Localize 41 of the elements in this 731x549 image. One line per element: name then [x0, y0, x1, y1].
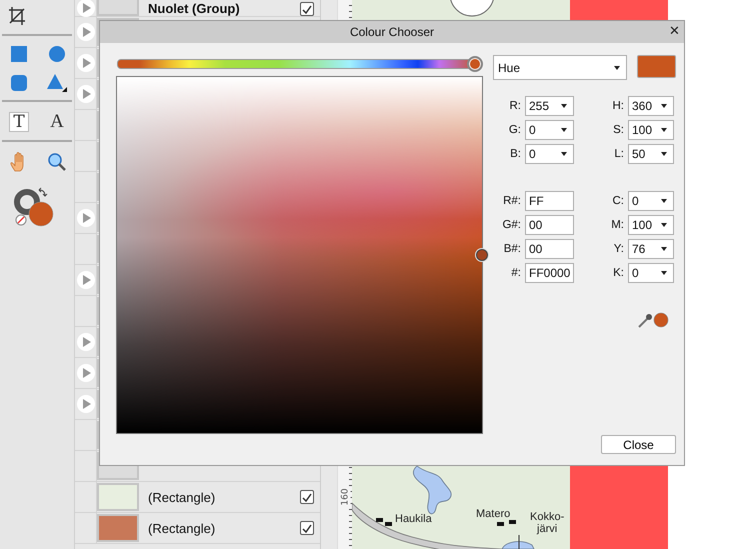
place-label: Matero [476, 508, 510, 520]
field-label: #: [510, 267, 521, 279]
spin-field[interactable]: 76 [628, 239, 674, 259]
field-label: H: [612, 100, 624, 112]
frame-text-tool[interactable]: T [9, 112, 29, 132]
spin-field[interactable]: 0 [628, 191, 674, 211]
field-label: M: [610, 219, 624, 231]
field-label: L: [613, 148, 624, 160]
place-label: Kokko- järvi [530, 511, 564, 535]
ruler-number: 160 [340, 488, 351, 506]
field-label: R#: [502, 195, 521, 207]
field-label: Y: [612, 243, 624, 255]
spin-field[interactable]: 50 [628, 144, 674, 164]
spin-field[interactable]: 100 [628, 215, 674, 235]
input-field[interactable]: 00 [525, 215, 574, 235]
spin-field[interactable]: 0 [525, 120, 574, 140]
field-label: C: [612, 195, 624, 207]
layer-name[interactable]: Nuolet (Group) [148, 1, 240, 16]
spin-field[interactable]: 360 [628, 96, 674, 116]
close-button[interactable]: Close [601, 435, 676, 454]
field-label: B#: [502, 243, 521, 255]
field-label: G: [508, 124, 521, 136]
input-field[interactable]: FF0000 [525, 263, 574, 283]
layer-name[interactable]: (Rectangle) [148, 490, 216, 504]
layer-name[interactable]: (Rectangle) [148, 520, 216, 536]
field-label: K: [612, 267, 624, 279]
dialog-title: Colour Chooser [350, 25, 434, 39]
spin-field[interactable]: 0 [525, 144, 574, 164]
spin-field[interactable]: 255 [525, 96, 574, 116]
field-label: G#: [501, 219, 521, 231]
field-label: B: [509, 148, 521, 160]
field-label: S: [612, 124, 624, 136]
field-label: R: [508, 100, 521, 112]
input-field[interactable]: 00 [525, 239, 574, 259]
spin-field[interactable]: 0 [628, 263, 674, 283]
spin-field[interactable]: 100 [628, 120, 674, 140]
close-button[interactable]: ✕ [669, 23, 680, 38]
place-label: Haukila [395, 513, 432, 525]
artistic-text-tool[interactable]: A [47, 112, 67, 132]
mode-dropdown[interactable]: Hue [493, 55, 627, 80]
input-field[interactable]: FF [525, 191, 574, 211]
